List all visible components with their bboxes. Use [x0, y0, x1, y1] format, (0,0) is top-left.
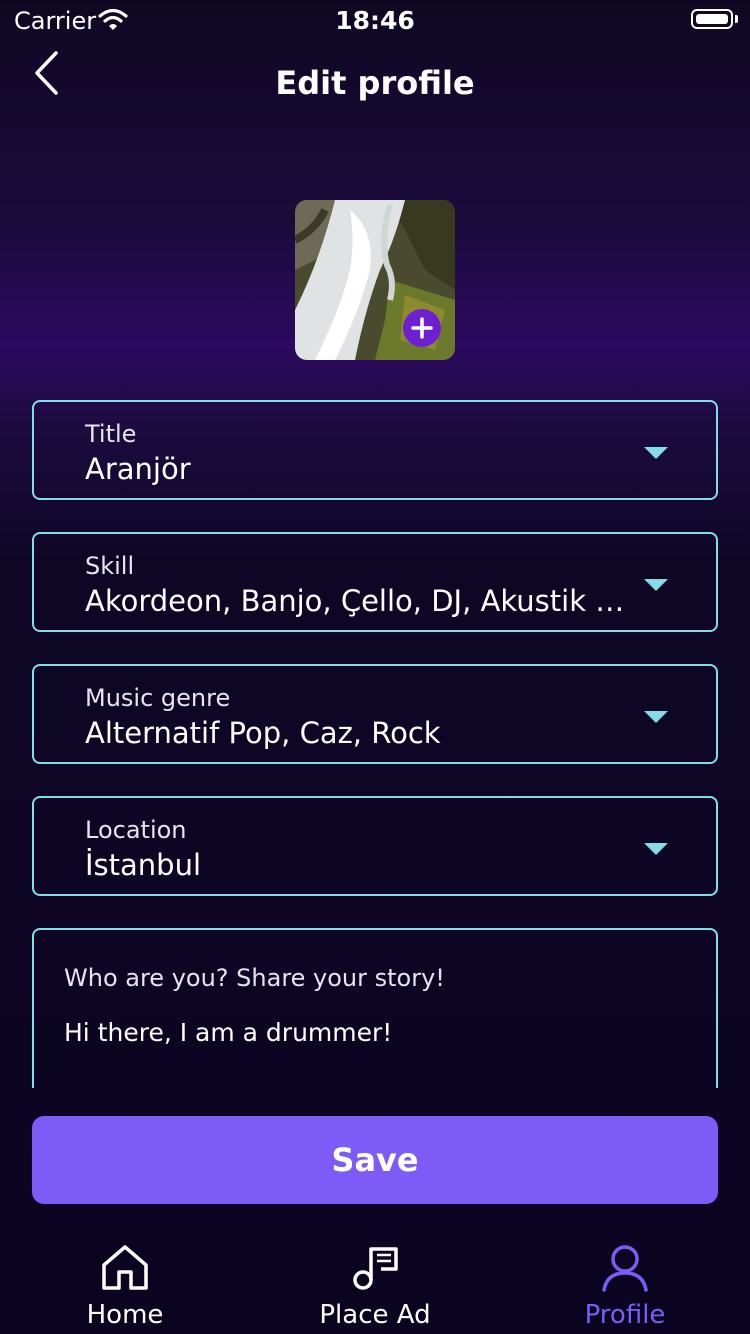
title-label: Title	[85, 420, 137, 448]
tab-home-label: Home	[86, 1300, 164, 1330]
battery-icon	[691, 9, 733, 29]
tab-place-ad-label: Place Ad	[319, 1300, 431, 1330]
add-photo-button[interactable]	[403, 309, 441, 347]
home-icon	[102, 1245, 148, 1290]
skill-value: Akordeon, Banjo, Çello, DJ, Akustik Gita…	[85, 584, 635, 618]
tab-home[interactable]: Home	[0, 1240, 250, 1334]
title-value: Aranjör	[85, 452, 191, 486]
plus-icon	[411, 317, 433, 339]
title-dropdown[interactable]: Title Aranjör	[32, 400, 718, 500]
clock: 18:46	[335, 6, 415, 35]
tab-place-ad[interactable]: Place Ad	[250, 1240, 500, 1334]
battery-tip	[735, 15, 738, 23]
story-placeholder: Who are you? Share your story!	[64, 964, 445, 992]
skill-label: Skill	[85, 552, 135, 580]
location-dropdown[interactable]: Location İstanbul	[32, 796, 718, 896]
tab-profile[interactable]: Profile	[500, 1240, 750, 1334]
music-note-icon	[353, 1247, 398, 1290]
music-genre-label: Music genre	[85, 684, 231, 712]
caret-down-icon	[644, 711, 668, 723]
skill-dropdown[interactable]: Skill Akordeon, Banjo, Çello, DJ, Akusti…	[32, 532, 718, 632]
story-text[interactable]: Hi there, I am a drummer!	[64, 1018, 392, 1047]
caret-down-icon	[644, 447, 668, 459]
page-title: Edit profile	[275, 64, 475, 102]
music-genre-value: Alternatif Pop, Caz, Rock	[85, 716, 441, 750]
caret-down-icon	[644, 843, 668, 855]
save-button[interactable]: Save	[32, 1116, 718, 1204]
story-textarea[interactable]: Who are you? Share your story! Hi there,…	[32, 928, 718, 1088]
caret-down-icon	[644, 579, 668, 591]
location-value: İstanbul	[85, 848, 202, 882]
tab-profile-label: Profile	[584, 1300, 666, 1330]
user-icon	[602, 1245, 648, 1292]
music-genre-dropdown[interactable]: Music genre Alternatif Pop, Caz, Rock	[32, 664, 718, 764]
status-bar: Carrier 18:46	[0, 0, 750, 44]
location-label: Location	[85, 816, 187, 844]
